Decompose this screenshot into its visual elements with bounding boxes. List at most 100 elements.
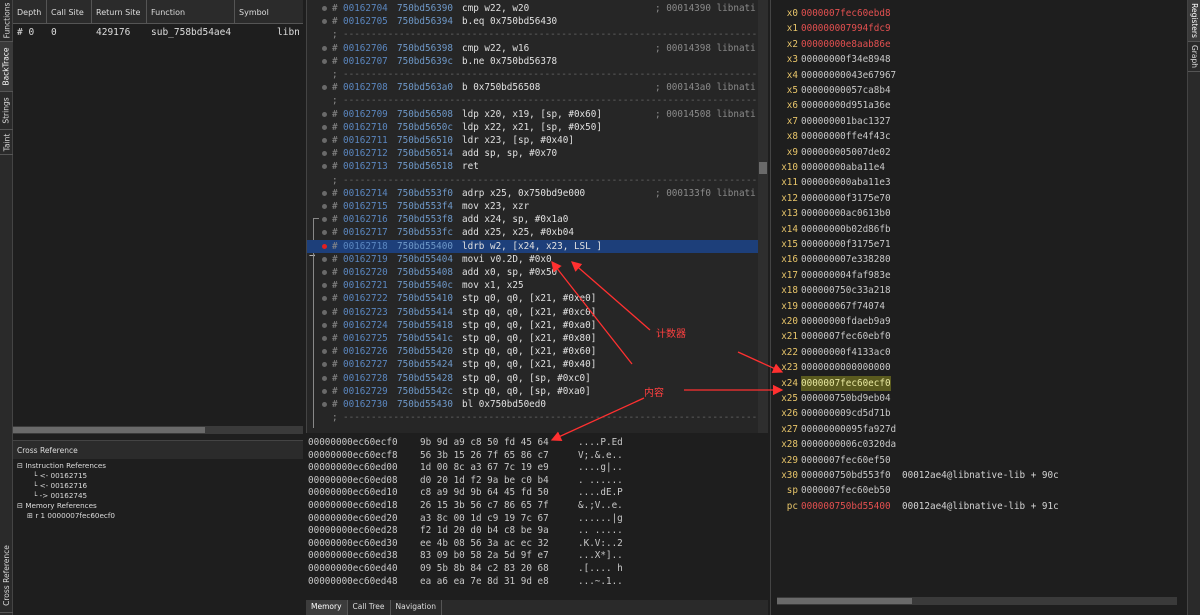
register-value[interactable]: 000000004faf983e <box>801 268 891 283</box>
register-row[interactable]: x0 0000007fec60ebd8 <box>771 6 1171 21</box>
disassembly-vscrollbar[interactable] <box>758 0 768 433</box>
line-dot-icon[interactable] <box>322 58 327 64</box>
instruction-line[interactable]: #00162722 750bd55410 stp q0, q0, [x21, #0x… <box>307 292 761 305</box>
hex-bytes[interactable]: 56 3b 15 26 7f 65 86 c7 <box>420 450 549 463</box>
hex-ascii[interactable]: ...X*].. <box>578 550 623 563</box>
instruction-line[interactable]: #00162720 750bd55408 add x0, sp, #0x50 <box>307 266 761 279</box>
register-row[interactable]: x20 00000000fdaeb9a9 <box>771 314 1171 329</box>
hex-bytes[interactable]: d0 20 1d f2 9a be c0 b4 <box>420 475 549 488</box>
hex-bytes[interactable]: 83 09 b0 58 2a 5d 9f e7 <box>420 550 549 563</box>
register-row[interactable]: x13 00000000ac0613b0 <box>771 206 1171 221</box>
register-value[interactable]: 000000007e338280 <box>801 252 891 267</box>
register-row[interactable]: x9 000000005007de02 <box>771 145 1171 160</box>
register-value[interactable]: 0000007fec60ebf0 <box>801 329 891 344</box>
register-value[interactable]: 00000000f34e8948 <box>801 52 891 67</box>
register-row[interactable]: x8 00000000ffe4f43c <box>771 129 1171 144</box>
register-row[interactable]: x4 00000000043e67967 <box>771 68 1171 83</box>
hex-ascii[interactable]: ....P.Ed <box>578 437 623 450</box>
register-row[interactable]: x14 00000000b02d86fb <box>771 222 1171 237</box>
register-value[interactable]: 0000007fec60ebd8 <box>801 6 891 21</box>
register-value[interactable]: 0000007fec60eb50 <box>801 483 891 498</box>
register-value[interactable]: 00000000ac0613b0 <box>801 206 891 221</box>
hex-ascii[interactable]: ....dE.P <box>578 487 623 500</box>
backtrace-hscrollbar[interactable] <box>13 426 303 434</box>
register-row[interactable]: x5 00000000057ca8b4 <box>771 83 1171 98</box>
line-dot-icon[interactable] <box>322 349 327 355</box>
line-dot-icon[interactable] <box>322 190 327 196</box>
instruction-line[interactable]: #00162709 750bd56508 ldp x20, x19, [sp, #0… <box>307 108 761 121</box>
col-depth[interactable]: Depth <box>13 0 47 23</box>
hex-bytes[interactable]: f2 1d 20 d0 b4 c8 be 9a <box>420 525 549 538</box>
register-row[interactable]: x2 00000000e8aab86e <box>771 37 1171 52</box>
register-value[interactable]: 000000750bd9eb04 <box>801 391 891 406</box>
register-row[interactable]: x12 00000000f3175e70 <box>771 191 1171 206</box>
instruction-line[interactable]: #00162717 750bd553fc add x25, x25, #0xb04 <box>307 226 761 239</box>
register-row[interactable]: x24 0000007fec60ecf0 <box>771 375 1171 391</box>
register-row[interactable]: x10 00000000aba11e4 <box>771 160 1171 175</box>
register-row[interactable]: x26 000000009cd5d71b <box>771 406 1171 421</box>
instruction-line[interactable]: #00162710 750bd5650c ldp x22, x21, [sp, #0… <box>307 121 761 134</box>
instruction-line[interactable]: #00162728 750bd55428 stp q0, q0, [sp, #0xc… <box>307 372 761 385</box>
register-row[interactable]: x19 000000067f74074 <box>771 299 1171 314</box>
col-symbol[interactable]: Symbol <box>235 0 303 23</box>
instruction-line[interactable]: #00162730 750bd55430 bl 0x750bd50ed0 <box>307 398 761 411</box>
register-row[interactable]: x18 000000750c33a218 <box>771 283 1171 298</box>
register-value[interactable]: 000000009cd5d71b <box>801 406 891 421</box>
line-dot-icon[interactable] <box>322 388 327 394</box>
register-row[interactable]: x25 000000750bd9eb04 <box>771 391 1171 406</box>
breakpoint-icon[interactable] <box>322 243 327 249</box>
tab-call-tree[interactable]: Call Tree <box>348 600 391 615</box>
instruction-line[interactable]: #00162725 750bd5541c stp q0, q0, [x21, #0x… <box>307 332 761 345</box>
instruction-line[interactable]: #00162721 750bd5540c mov x1, x25 <box>307 279 761 292</box>
tab-functions[interactable]: Functions <box>0 0 13 42</box>
tree-leaf[interactable]: └ -> 00162745 <box>17 491 299 501</box>
hex-ascii[interactable]: V;.&.e.. <box>578 450 623 463</box>
hex-bytes[interactable]: 09 5b 8b 84 c2 83 20 68 <box>420 563 549 576</box>
register-value[interactable]: 00000000f3175e71 <box>801 237 891 252</box>
register-value[interactable]: 000000001bac1327 <box>801 114 891 129</box>
scroll-thumb[interactable] <box>777 598 912 604</box>
register-value[interactable]: 00000000f4133ac0 <box>801 345 891 360</box>
instruction-line[interactable]: #00162707 750bd5639c b.ne 0x750bd56378 <box>307 55 761 68</box>
register-row[interactable]: x6 00000000d951a36e <box>771 98 1171 113</box>
hex-ascii[interactable]: ......|g <box>578 513 623 526</box>
register-value[interactable]: 00000000095fa927d <box>801 422 896 437</box>
register-row[interactable]: x1 000000007994fdc9 <box>771 21 1171 36</box>
tree-leaf[interactable]: ⊞ r 1 0000007fec60ecf0 <box>17 511 299 521</box>
hex-bytes[interactable]: 9b 9d a9 c8 50 fd 45 64 <box>420 437 549 450</box>
register-row[interactable]: x21 0000007fec60ebf0 <box>771 329 1171 344</box>
instruction-line[interactable]: #00162713 750bd56518 ret <box>307 160 761 173</box>
instruction-line[interactable]: #00162726 750bd55420 stp q0, q0, [x21, #0x… <box>307 345 761 358</box>
line-dot-icon[interactable] <box>322 85 327 91</box>
register-row[interactable]: x29 0000007fec60ef50 <box>771 453 1171 468</box>
register-value[interactable]: 0000007fec60ef50 <box>801 453 891 468</box>
tab-strings[interactable]: Strings <box>0 92 13 130</box>
line-dot-icon[interactable] <box>322 164 327 170</box>
register-row[interactable]: pc 000000750bd55400 00012ae4@libnative-lib… <box>771 499 1171 514</box>
register-row[interactable]: x28 0000000006c0320da <box>771 437 1171 452</box>
tree-leaf[interactable]: └ <- 00162715 <box>17 471 299 481</box>
line-dot-icon[interactable] <box>322 375 327 381</box>
hex-ascii[interactable]: ....g|.. <box>578 462 623 475</box>
register-value[interactable]: 00000000d951a36e <box>801 98 891 113</box>
instruction-line[interactable]: #00162723 750bd55414 stp q0, q0, [x21, #0x… <box>307 306 761 319</box>
instruction-line[interactable]: #00162715 750bd553f4 mov x23, xzr <box>307 200 761 213</box>
register-row[interactable]: x11 000000000aba11e3 <box>771 175 1171 190</box>
register-value[interactable]: 00000000b02d86fb <box>801 222 891 237</box>
instruction-line[interactable]: #00162714 750bd553f0 adrp x25, 0x750bd9e00… <box>307 187 761 200</box>
instruction-line[interactable]: #00162706 750bd56398 cmp w22, w16 ; 0001439… <box>307 42 761 55</box>
line-dot-icon[interactable] <box>322 138 327 143</box>
register-row[interactable]: x7 000000001bac1327 <box>771 114 1171 129</box>
col-function[interactable]: Function <box>147 0 235 23</box>
line-dot-icon[interactable] <box>322 45 327 51</box>
register-value[interactable]: 0000007fec60ecf0 <box>801 375 891 391</box>
col-call-site[interactable]: Call Site <box>47 0 92 23</box>
line-dot-icon[interactable] <box>322 151 327 157</box>
register-value[interactable]: 00000000ffe4f43c <box>801 129 891 144</box>
line-dot-icon[interactable] <box>322 270 327 275</box>
line-dot-icon[interactable] <box>322 230 327 236</box>
hex-ascii[interactable]: .. ..... <box>578 525 623 538</box>
register-value[interactable]: 00000000f3175e70 <box>801 191 891 206</box>
line-dot-icon[interactable] <box>322 362 327 368</box>
register-value[interactable]: 000000750c33a218 <box>801 283 891 298</box>
